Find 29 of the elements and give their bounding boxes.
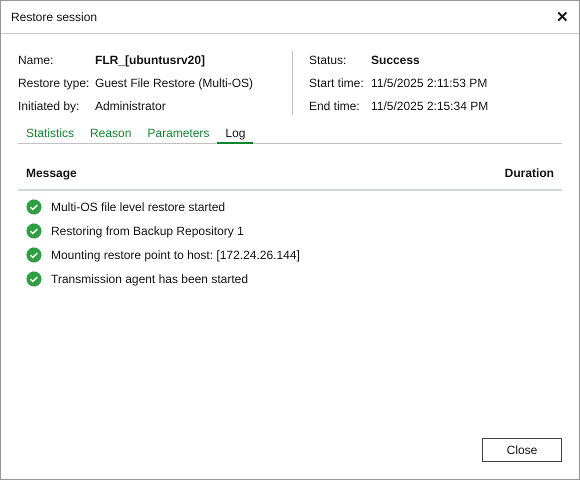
log-message: Multi-OS file level restore started <box>51 199 226 216</box>
field-value: Administrator <box>95 98 166 115</box>
column-header: Message <box>26 165 77 182</box>
field-value: Success <box>371 52 420 69</box>
log-message: Mounting restore point to host: [172.24.26.144] <box>51 247 300 264</box>
field-label: Status: <box>309 52 348 69</box>
field-label: Restore type: <box>18 75 90 92</box>
field-label: Start time: <box>309 75 365 92</box>
check-circle-icon <box>26 247 42 263</box>
log-message: Transmission agent has been started <box>51 271 248 288</box>
field-value: Guest File Restore (Multi-OS) <box>95 75 254 92</box>
field-label: Name: <box>18 52 54 69</box>
tab[interactable]: Log <box>217 123 254 144</box>
field-value: FLR_[ubuntusrv20] <box>95 52 206 69</box>
close-button[interactable]: ✕ <box>556 10 569 24</box>
tab[interactable]: Reason <box>82 123 140 144</box>
field-label: Initiated by: <box>18 98 80 115</box>
tab[interactable]: Parameters <box>139 123 218 144</box>
close-dialog-button[interactable]: Close <box>482 438 562 462</box>
log-message: Restoring from Backup Repository 1 <box>51 223 244 240</box>
check-circle-icon <box>26 199 42 215</box>
check-circle-icon <box>26 271 42 287</box>
tab[interactable]: Statistics <box>18 123 82 144</box>
window-title: Restore session <box>11 9 98 26</box>
column-header: Duration <box>504 165 554 182</box>
check-circle-icon <box>26 223 42 239</box>
field-value: 11/5/2025 2:15:34 PM <box>371 98 488 115</box>
field-label: End time: <box>309 98 361 115</box>
field-value: 11/5/2025 2:11:53 PM <box>371 75 488 92</box>
